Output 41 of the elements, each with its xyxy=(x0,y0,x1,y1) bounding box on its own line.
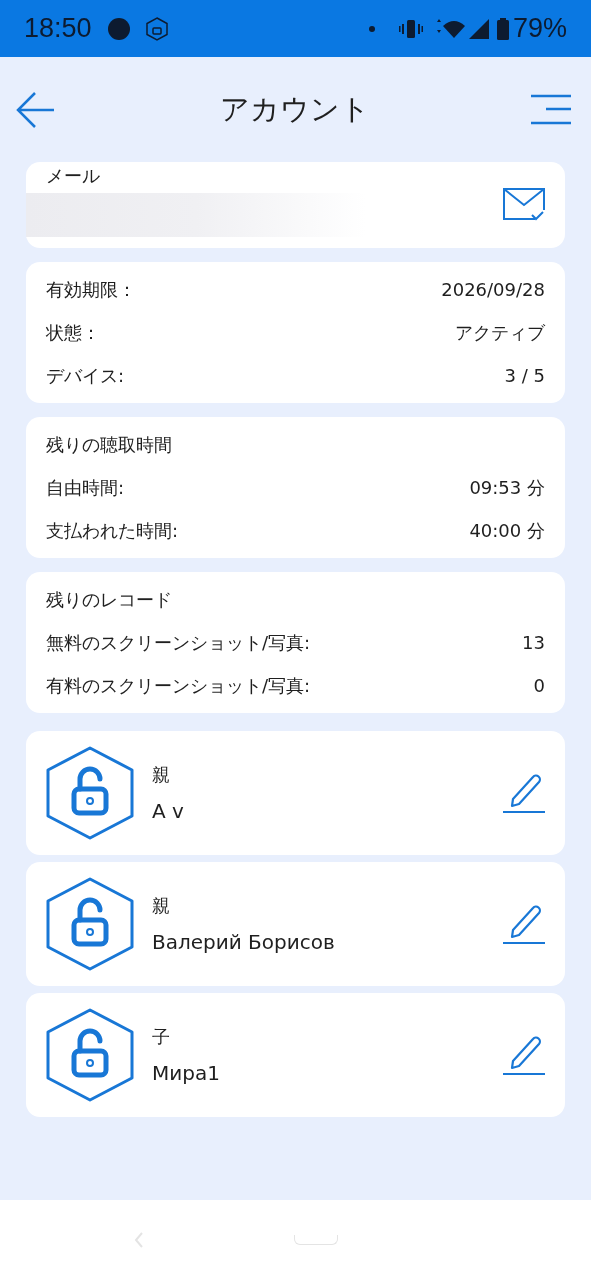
row-label: 無料のスクリーンショット/写真: xyxy=(46,631,311,655)
row-value: 13 xyxy=(522,631,545,655)
row-label: 状態： xyxy=(46,321,100,345)
dot-icon xyxy=(107,17,130,40)
row-value: 40:00 分 xyxy=(469,519,545,543)
wifi-icon xyxy=(434,17,465,40)
row-label: 支払われた時間: xyxy=(46,519,179,543)
vibrate-icon xyxy=(398,18,423,39)
row-value: 3 / 5 xyxy=(504,364,545,388)
mail-check-icon xyxy=(503,188,545,222)
unlocked-padlock-icon xyxy=(44,745,136,841)
email-label: メール xyxy=(46,163,101,188)
row-value: 2026/09/28 xyxy=(441,278,545,302)
profile-name: A v xyxy=(152,797,185,825)
row-value: 09:53 分 xyxy=(469,476,545,500)
unlocked-padlock-icon xyxy=(44,1007,136,1103)
row-label: 自由時間: xyxy=(46,476,125,500)
row-value: アクティブ xyxy=(455,321,545,345)
profile-card[interactable]: 親 Валерий Борисов xyxy=(26,862,565,986)
page-title: アカウント xyxy=(219,90,370,128)
row-label: 有効期限： xyxy=(46,278,136,302)
dot-icon xyxy=(368,25,375,32)
row-label: 有料のスクリーンショット/写真: xyxy=(46,674,311,698)
profile-role: 子 xyxy=(152,1024,171,1049)
status-time: 18:50 xyxy=(24,12,92,46)
profile-role: 親 xyxy=(152,893,171,918)
profile-card[interactable]: 子 Мира1 xyxy=(26,993,565,1117)
profile-card[interactable]: 親 A v xyxy=(26,731,565,855)
row-value: 0 xyxy=(533,674,545,698)
battery-icon xyxy=(496,17,509,40)
unlocked-padlock-icon xyxy=(44,876,136,972)
hexagon-lock-icon xyxy=(145,16,168,41)
profile-name: Мира1 xyxy=(152,1059,221,1087)
home-handle[interactable] xyxy=(293,1235,338,1245)
battery-percent: 79% xyxy=(512,12,567,46)
section-title: 残りのレコード xyxy=(46,588,172,612)
signal-icon xyxy=(468,18,489,39)
row-label: デバイス: xyxy=(46,364,125,388)
section-title: 残りの聴取時間 xyxy=(46,433,172,457)
profile-role: 親 xyxy=(152,762,171,787)
profile-name: Валерий Борисов xyxy=(152,928,336,956)
